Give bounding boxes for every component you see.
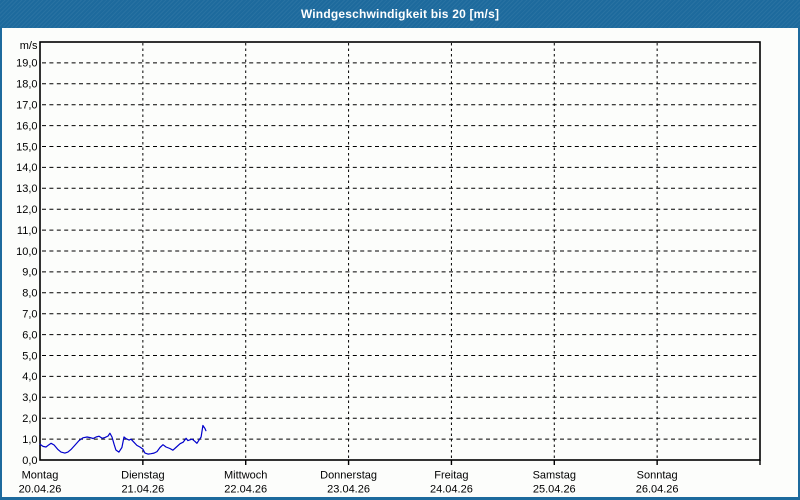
x-axis-day-label: Donnerstag (320, 470, 377, 482)
x-axis-day-label: Mittwoch (224, 470, 267, 482)
y-axis-tick-label: 12,0 (16, 204, 37, 216)
x-axis-date-label: 22.04.26 (224, 484, 267, 496)
x-axis-date-label: 26.04.26 (636, 484, 679, 496)
x-axis-day-label: Sonntag (637, 470, 678, 482)
y-axis-tick-label: 14,0 (16, 162, 37, 174)
y-axis-tick-label: 6,0 (22, 329, 37, 341)
y-axis-tick-label: 8,0 (22, 288, 37, 300)
chart-container: m/s 19,0 18,0 17,0 16,0 15,0 14,0 13,0 12,0 11,0 1… (2, 28, 798, 497)
wind-speed-line (39, 424, 207, 455)
title-bar: Windgeschwindigkeit bis 20 [m/s] (0, 0, 800, 28)
y-axis-tick-label: 18,0 (16, 79, 37, 91)
x-axis-day-label: Freitag (434, 470, 468, 482)
y-axis-tick-label: 17,0 (16, 100, 37, 112)
x-axis-day-label: Montag (22, 470, 59, 482)
window-title: Windgeschwindigkeit bis 20 [m/s] (300, 7, 500, 21)
y-axis-tick-label: 1,0 (22, 434, 37, 446)
y-axis-tick-label: 9,0 (22, 267, 37, 279)
y-axis-tick-label: 7,0 (22, 309, 37, 321)
app-window: Windgeschwindigkeit bis 20 [m/s] m/s 19,0… (0, 0, 800, 500)
y-axis-tick-label: 5,0 (22, 350, 37, 362)
y-axis-tick-label: 10,0 (16, 246, 37, 258)
x-axis-date-label: 21.04.26 (121, 484, 164, 496)
x-axis-day-label: Samstag (533, 470, 576, 482)
x-axis-date-label: 20.04.26 (19, 484, 62, 496)
y-axis-tick-label: 11,0 (17, 225, 38, 237)
y-axis-tick-label: 4,0 (22, 371, 37, 383)
y-axis-tick-label: 19,0 (16, 58, 37, 70)
y-axis-tick-label: 3,0 (22, 392, 37, 404)
x-axis-date-label: 25.04.26 (533, 484, 576, 496)
y-axis-unit-label: m/s (20, 40, 38, 52)
x-axis-date-label: 24.04.26 (430, 484, 473, 496)
x-axis-date-label: 23.04.26 (327, 484, 370, 496)
wind-speed-chart: m/s 19,0 18,0 17,0 16,0 15,0 14,0 13,0 12,0 11,0 1… (16, 40, 761, 496)
x-axis-day-label: Dienstag (121, 470, 164, 482)
y-axis-tick-label: 0,0 (22, 455, 37, 467)
y-axis-tick-label: 15,0 (16, 141, 37, 153)
y-axis-tick-label: 13,0 (16, 183, 37, 195)
y-axis-tick-label: 16,0 (16, 120, 37, 132)
y-axis-tick-label: 2,0 (22, 413, 37, 425)
